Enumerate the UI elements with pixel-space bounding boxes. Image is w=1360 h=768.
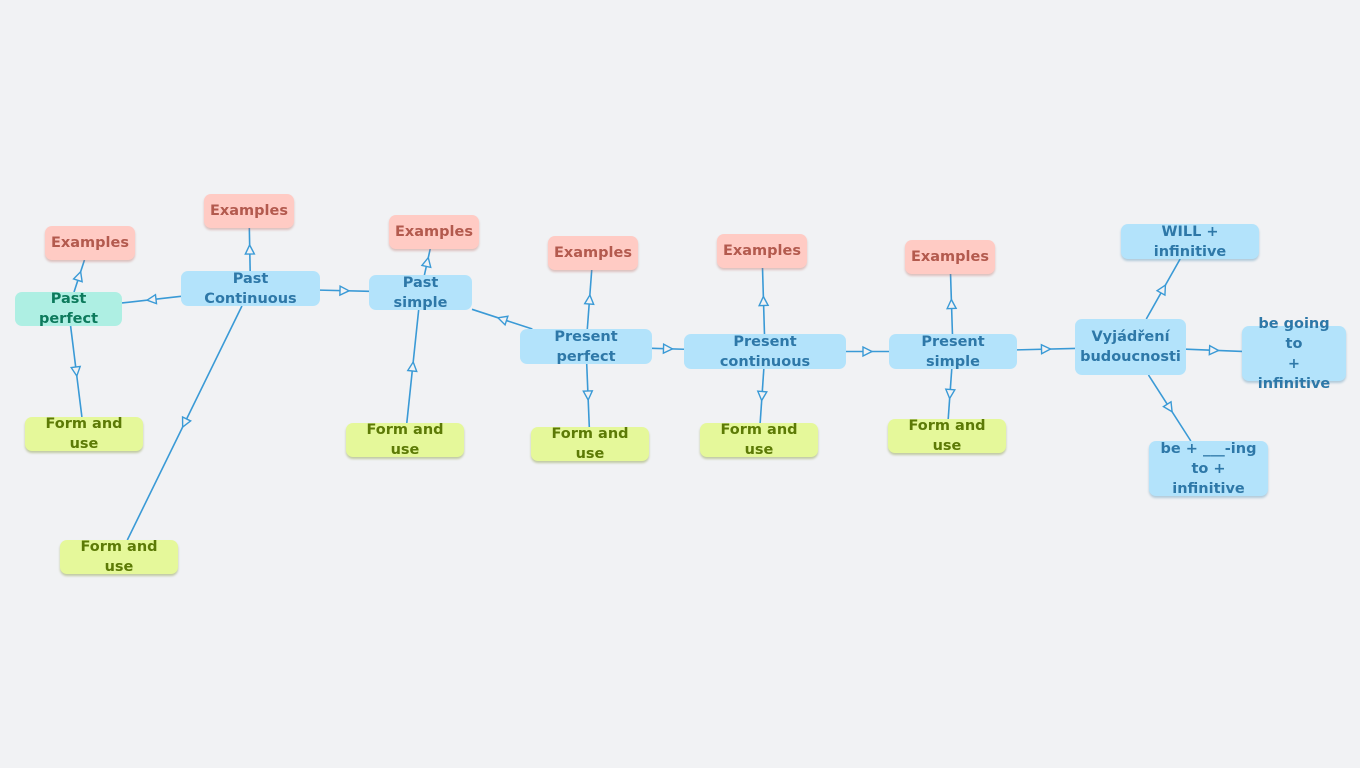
node-present-simple-form[interactable]: Form and use xyxy=(888,418,1006,454)
arrowhead-icon xyxy=(758,294,770,307)
arrowhead-icon xyxy=(1155,283,1167,297)
node-present-perfect-form[interactable]: Form and use xyxy=(531,426,649,462)
node-present-simple-examples[interactable]: Examples xyxy=(905,240,995,274)
arrowhead-icon xyxy=(339,284,351,297)
node-past-simple[interactable]: Past simple xyxy=(369,275,472,311)
node-present-perfect-examples[interactable]: Examples xyxy=(548,236,638,270)
arrowhead-icon xyxy=(946,297,958,310)
node-present-continuous[interactable]: Present continuous xyxy=(684,334,846,370)
node-future[interactable]: Vyjádření budoucnosti xyxy=(1075,319,1186,375)
node-past-perfect[interactable]: Past perfect xyxy=(15,291,122,327)
mind-map-canvas[interactable]: Past perfect Examples Form and use Past … xyxy=(0,0,1360,768)
arrowhead-icon xyxy=(1162,400,1173,414)
arrowhead-icon xyxy=(1040,343,1053,355)
arrowhead-icon xyxy=(582,390,594,402)
node-be-going-to[interactable]: be going to + infinitive xyxy=(1242,316,1346,392)
arrowhead-icon xyxy=(181,415,192,429)
node-present-perfect[interactable]: Present perfect xyxy=(520,329,652,365)
node-present-continuous-examples[interactable]: Examples xyxy=(717,234,807,268)
arrowhead-icon xyxy=(662,343,675,355)
arrowhead-icon xyxy=(944,388,956,401)
node-be-ing-to[interactable]: be + ___-ing to + infinitive xyxy=(1149,441,1268,497)
edge-layer xyxy=(69,227,1243,541)
arrowhead-icon xyxy=(406,360,418,373)
arrowhead-icon xyxy=(583,293,595,306)
arrowhead-icon xyxy=(70,365,82,378)
arrowhead-icon xyxy=(72,270,83,283)
node-past-simple-examples[interactable]: Examples xyxy=(389,215,479,249)
arrowhead-icon xyxy=(756,390,768,403)
arrowhead-icon xyxy=(244,243,256,255)
node-present-continuous-form[interactable]: Form and use xyxy=(700,422,818,458)
arrowhead-icon xyxy=(1208,344,1221,356)
node-past-continuous[interactable]: Past Continuous xyxy=(181,271,320,307)
node-present-simple[interactable]: Present simple xyxy=(889,334,1017,370)
node-past-continuous-examples[interactable]: Examples xyxy=(204,194,294,228)
node-past-perfect-examples[interactable]: Examples xyxy=(45,226,135,260)
arrowhead-icon xyxy=(496,315,509,327)
arrowhead-icon xyxy=(145,293,158,305)
arrowhead-icon xyxy=(420,256,432,269)
arrowhead-icon xyxy=(862,345,874,358)
node-will-infinitive[interactable]: WILL + infinitive xyxy=(1121,224,1259,260)
node-past-simple-form[interactable]: Form and use xyxy=(346,422,464,458)
node-past-continuous-form[interactable]: Form and use xyxy=(60,539,178,575)
node-past-perfect-form[interactable]: Form and use xyxy=(25,416,143,452)
